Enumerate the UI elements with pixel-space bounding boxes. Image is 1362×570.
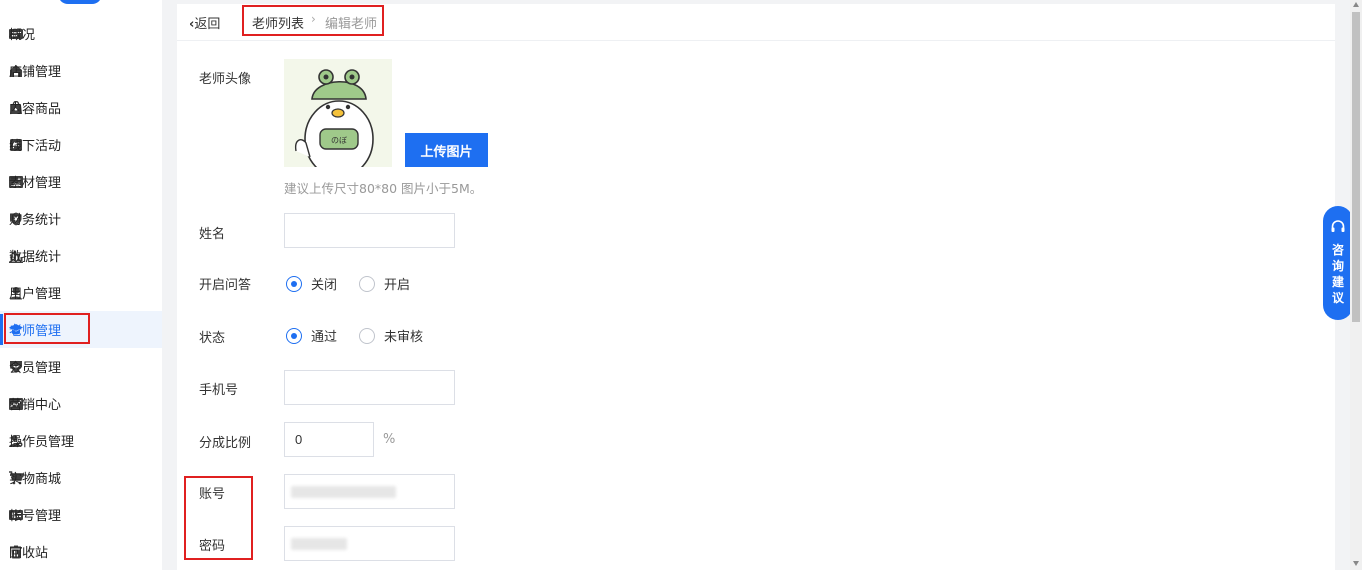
sidebar-item-offline-events[interactable]: 线下活动: [0, 126, 162, 163]
qa-radio-on[interactable]: 开启: [359, 274, 410, 293]
name-input[interactable]: [284, 213, 455, 248]
sidebar-item-content-goods[interactable]: 内容商品: [0, 89, 162, 126]
sidebar-item-operators[interactable]: 操作员管理: [0, 422, 162, 459]
scroll-down-arrow-icon[interactable]: [1353, 561, 1359, 566]
back-link[interactable]: ‹返回: [189, 13, 220, 32]
avatar-label: 老师头像: [199, 72, 252, 87]
sidebar-item-label: 帐号管理: [9, 509, 62, 524]
active-indicator: [0, 314, 3, 345]
radio-checked-icon: [286, 275, 302, 292]
sidebar-item-materials[interactable]: 素材管理: [0, 163, 162, 200]
scrollbar-thumb[interactable]: [1352, 12, 1360, 322]
highlight-box-sidebar-teachers: [4, 313, 90, 344]
sidebar-item-label: 数据统计: [9, 250, 62, 265]
svg-text:のぼ: のぼ: [331, 136, 347, 145]
redacted-text: [291, 538, 347, 550]
radio-unchecked-icon: [359, 275, 375, 292]
sidebar-item-label: 实物商城: [9, 472, 62, 487]
sidebar-item-users[interactable]: 用户管理: [0, 274, 162, 311]
sidebar-item-label: 素材管理: [9, 176, 62, 191]
consult-label: 咨询建议: [1332, 243, 1345, 305]
radio-checked-icon: [286, 327, 302, 344]
sidebar-item-label: 线下活动: [9, 139, 62, 154]
sidebar-item-members[interactable]: 会员管理: [0, 348, 162, 385]
status-radio-unreviewed[interactable]: 未审核: [359, 326, 423, 345]
sidebar-item-label: 概况: [9, 28, 36, 43]
share-ratio-label: 分成比例: [199, 436, 252, 451]
account-input[interactable]: [284, 474, 455, 509]
sidebar-item-shop[interactable]: 店铺管理: [0, 52, 162, 89]
qa-radio-off[interactable]: 关闭: [286, 274, 337, 293]
sidebar-item-label: 店铺管理: [9, 65, 62, 80]
sidebar-item-finance[interactable]: 财务统计: [0, 200, 162, 237]
qa-label: 开启问答: [199, 278, 252, 293]
share-ratio-input[interactable]: [284, 422, 374, 457]
phone-input[interactable]: [284, 370, 455, 405]
teacher-avatar-image[interactable]: のぼ: [284, 59, 392, 167]
sidebar-item-marketing[interactable]: 营销中心: [0, 385, 162, 422]
status-radio-approved[interactable]: 通过: [286, 326, 337, 345]
upload-hint: 建议上传尺寸80*80 图片小于5M。: [284, 181, 483, 196]
sidebar: 概况 店铺管理 内容商品 线下活动 素材管理 财务统计 数据统计 用户管理 老师…: [0, 0, 162, 570]
sidebar-item-accounts[interactable]: 帐号管理: [0, 496, 162, 533]
sidebar-item-label: 操作员管理: [9, 435, 75, 450]
scroll-up-arrow-icon[interactable]: [1353, 2, 1359, 7]
sidebar-item-label: 财务统计: [9, 213, 62, 228]
sidebar-top-tab[interactable]: [58, 0, 102, 4]
highlight-box-account-password: [184, 476, 253, 560]
percent-unit: %: [383, 432, 396, 447]
page-scrollbar[interactable]: [1350, 0, 1362, 570]
headset-icon: [1331, 220, 1345, 232]
status-label: 状态: [199, 331, 226, 346]
phone-label: 手机号: [199, 383, 239, 398]
sidebar-item-label: 营销中心: [9, 398, 62, 413]
consult-suggestion-button[interactable]: 咨询建议: [1323, 206, 1353, 320]
name-label: 姓名: [199, 227, 226, 242]
sidebar-item-label: 会员管理: [9, 361, 62, 376]
radio-unchecked-icon: [359, 327, 375, 344]
password-input[interactable]: [284, 526, 455, 561]
sidebar-item-physical-mall[interactable]: 实物商城: [0, 459, 162, 496]
sidebar-item-overview[interactable]: 概况: [0, 15, 162, 52]
highlight-box-breadcrumb: [242, 5, 384, 36]
redacted-text: [291, 486, 396, 498]
upload-image-button[interactable]: 上传图片: [405, 133, 488, 167]
sidebar-item-label: 回收站: [9, 546, 49, 561]
sidebar-item-label: 用户管理: [9, 287, 62, 302]
main-panel: ‹返回 老师列表 › 编辑老师 老师头像 のぼ 上传图片 建议上传尺寸80*80…: [177, 4, 1335, 570]
sidebar-item-data-stats[interactable]: 数据统计: [0, 237, 162, 274]
sidebar-item-label: 内容商品: [9, 102, 62, 117]
sidebar-item-recycle-bin[interactable]: 回收站: [0, 533, 162, 570]
